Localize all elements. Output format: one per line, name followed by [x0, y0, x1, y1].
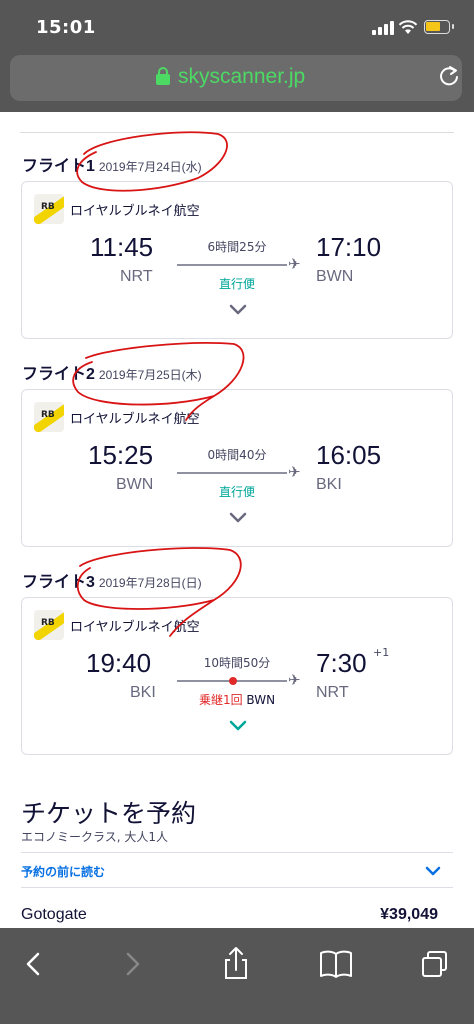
ticket-subtitle: エコノミークラス, 大人1人: [21, 830, 169, 844]
flight-2-date: 2019年7月25日(木): [98, 368, 202, 382]
depart-airport: BKI: [130, 684, 156, 701]
chevron-left-icon[interactable]: [14, 944, 54, 984]
signal-icon: [372, 21, 394, 35]
status-bar: 15:01: [0, 0, 474, 52]
flight-3-date: 2019年7月28日(日): [98, 576, 202, 590]
arrive-airport: BKI: [316, 476, 342, 493]
airline-logo: RB: [34, 402, 64, 432]
flight-1-card[interactable]: RB ロイヤルブルネイ航空 11:45 NRT 6時間25分 ✈ 直行便 17:…: [21, 181, 453, 339]
chevron-down-icon[interactable]: [425, 863, 441, 882]
depart-time: 19:40: [86, 648, 152, 678]
depart-time: 11:45: [90, 232, 154, 262]
share-icon[interactable]: [216, 944, 256, 984]
browser-chrome-top: 15:01 skyscanner.jp: [0, 0, 474, 112]
flight-duration: 0時間40分: [207, 448, 267, 462]
plane-icon: ✈: [288, 463, 301, 481]
direct-label: 直行便: [218, 277, 255, 291]
depart-airport: BWN: [116, 476, 154, 493]
airline-name: ロイヤルブルネイ航空: [70, 412, 200, 427]
stops-label: 乗継1回 BWN: [172, 691, 302, 708]
read-before-booking-link[interactable]: 予約の前に読む: [21, 863, 105, 880]
tabs-icon[interactable]: [416, 944, 456, 984]
flight-2-heading: フライト2 2019年7月25日(木): [22, 360, 202, 384]
provider-price[interactable]: ¥39,049: [380, 906, 438, 924]
page-content: フライト1 2019年7月24日(水) RB ロイヤルブルネイ航空 11:45 N…: [0, 112, 474, 928]
reload-icon[interactable]: [438, 64, 460, 94]
flight-3-card[interactable]: RB ロイヤルブルネイ航空 19:40 BKI 10時間50分 ✈ 乗継1回 B…: [21, 597, 453, 755]
flight-track: [177, 472, 287, 474]
airline-logo: RB: [34, 194, 64, 224]
stop-airport: BWN: [246, 693, 276, 707]
arrive-airport: BWN: [316, 268, 354, 285]
lock-icon: [156, 67, 170, 85]
battery-icon: [424, 20, 454, 34]
arrive-time: 16:05: [316, 440, 382, 470]
plane-icon: ✈: [288, 255, 301, 273]
arrive-time: 17:10: [316, 232, 382, 262]
chevron-down-icon[interactable]: [229, 512, 247, 530]
depart-airport: NRT: [120, 268, 153, 285]
url-bar[interactable]: skyscanner.jp: [10, 55, 462, 101]
direct-label: 直行便: [218, 485, 255, 499]
airline-name: ロイヤルブルネイ航空: [70, 620, 200, 635]
stop-count: 乗継1回: [198, 693, 243, 707]
flight-2-card[interactable]: RB ロイヤルブルネイ航空 15:25 BWN 0時間40分 ✈ 直行便 16:…: [21, 389, 453, 547]
flight-1-heading: フライト1 2019年7月24日(水): [22, 152, 202, 176]
flight-1-title: フライト1: [22, 158, 95, 175]
flight-duration: 6時間25分: [207, 240, 267, 254]
browser-toolbar: [0, 928, 474, 1024]
ticket-section-title: チケットを予約: [21, 799, 197, 828]
arrive-airport: NRT: [316, 684, 349, 701]
flight-3-heading: フライト3 2019年7月28日(日): [22, 568, 202, 592]
flight-1-date: 2019年7月24日(水): [98, 160, 202, 174]
read-before-booking-row[interactable]: 予約の前に読む: [21, 852, 453, 888]
flight-track: [177, 264, 287, 266]
airline-logo: RB: [34, 610, 64, 640]
depart-time: 15:25: [88, 440, 154, 470]
url-text[interactable]: skyscanner.jp: [178, 65, 305, 89]
airline-name: ロイヤルブルネイ航空: [70, 204, 200, 219]
status-time: 15:01: [36, 17, 96, 38]
provider-name[interactable]: Gotogate: [21, 906, 87, 924]
flight-3-title: フライト3: [22, 574, 95, 591]
chevron-down-icon[interactable]: [229, 304, 247, 322]
wifi-icon: [398, 19, 418, 39]
chevron-right-icon[interactable]: [112, 944, 152, 984]
chevron-down-icon[interactable]: [229, 720, 247, 738]
flight-2-title: フライト2: [22, 366, 95, 383]
day-offset: +1: [373, 646, 390, 659]
flight-track: [177, 677, 287, 685]
stop-dot: [229, 677, 237, 685]
book-icon[interactable]: [316, 944, 356, 984]
flight-duration: 10時間50分: [203, 656, 271, 670]
plane-icon: ✈: [288, 671, 301, 689]
arrive-time: 7:30: [316, 648, 367, 678]
divider: [20, 132, 454, 133]
